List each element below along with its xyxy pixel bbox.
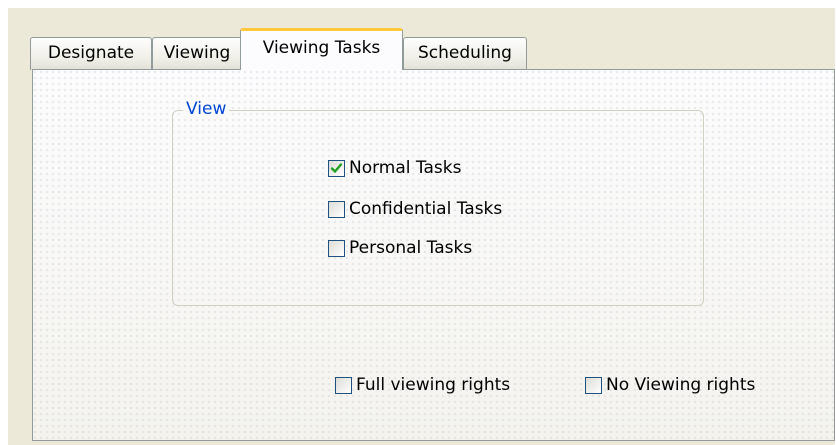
dialog: Designate Viewing Viewing Tasks Scheduli… [8, 8, 835, 445]
view-group-legend: View [183, 99, 230, 119]
personal-tasks-option[interactable]: Personal Tasks [328, 236, 472, 260]
no-viewing-rights-option[interactable]: No Viewing rights [585, 373, 755, 397]
tab-panel-viewing-tasks: View Normal Tasks Confidential Tasks Per… [32, 69, 835, 441]
personal-tasks-checkbox[interactable] [328, 239, 345, 257]
no-viewing-rights-checkbox[interactable] [585, 376, 602, 394]
normal-tasks-label: Normal Tasks [349, 158, 462, 178]
confidential-tasks-label: Confidential Tasks [349, 199, 503, 219]
view-groupbox: View Normal Tasks Confidential Tasks Per… [172, 99, 704, 306]
confidential-tasks-option[interactable]: Confidential Tasks [328, 197, 502, 221]
checkmark-icon [330, 162, 343, 173]
personal-tasks-label: Personal Tasks [349, 238, 473, 258]
normal-tasks-option[interactable]: Normal Tasks [328, 156, 461, 180]
tab-scheduling[interactable]: Scheduling [403, 37, 527, 70]
tab-designate[interactable]: Designate [30, 37, 152, 70]
full-viewing-rights-label: Full viewing rights [356, 375, 511, 395]
no-viewing-rights-label: No Viewing rights [606, 375, 756, 395]
normal-tasks-checkbox[interactable] [328, 159, 345, 177]
full-viewing-rights-option[interactable]: Full viewing rights [335, 373, 510, 397]
full-viewing-rights-checkbox[interactable] [335, 376, 352, 394]
tab-viewing[interactable]: Viewing [152, 37, 242, 70]
confidential-tasks-checkbox[interactable] [328, 200, 345, 218]
tab-viewing-tasks[interactable]: Viewing Tasks [240, 28, 403, 70]
